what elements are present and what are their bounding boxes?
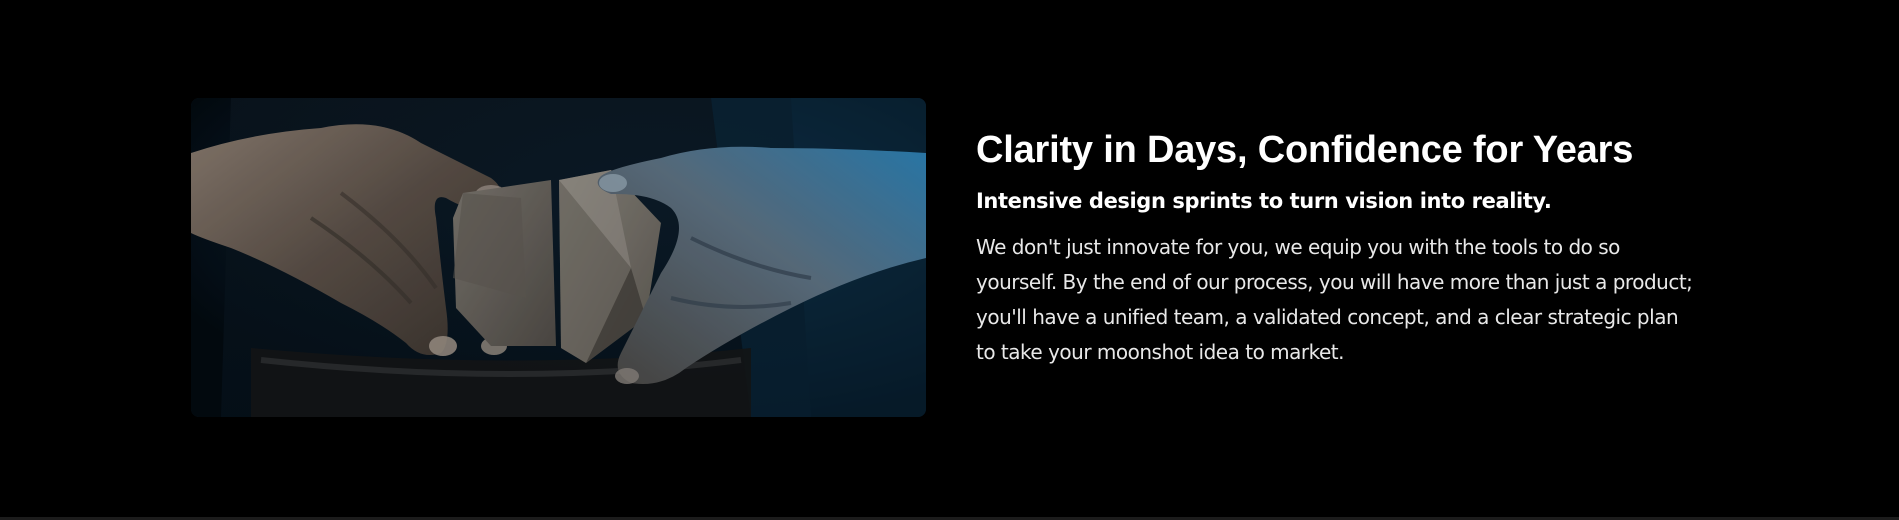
feature-headline: Clarity in Days, Confidence for Years <box>976 129 1634 171</box>
feature-section: Clarity in Days, Confidence for Years In… <box>0 0 1899 517</box>
feature-subheadline: Intensive design sprints to turn vision … <box>976 189 1552 213</box>
feature-body: We don't just innovate for you, we equip… <box>976 235 1693 364</box>
feature-image <box>191 98 926 417</box>
feature-text: Clarity in Days, Confidence for Years In… <box>976 124 1696 370</box>
hands-clay-illustration <box>191 98 926 417</box>
